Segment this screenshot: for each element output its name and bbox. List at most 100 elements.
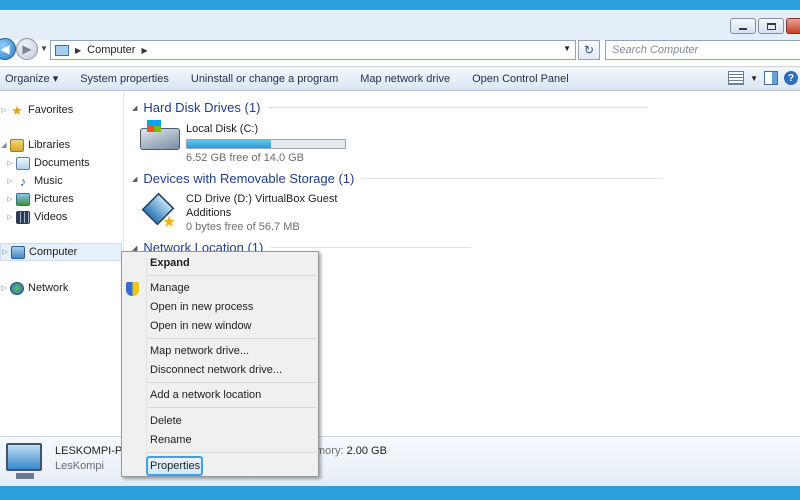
nav-label: Network [28,282,69,294]
network-icon [10,281,24,295]
nav-item-network[interactable]: ▷ Network [0,279,68,297]
uac-shield-icon [126,282,139,296]
breadcrumb-chevron-icon[interactable]: ▶ [75,46,81,55]
expand-arrow-icon[interactable]: ▷ [6,195,14,203]
preview-pane-icon[interactable] [764,71,778,85]
computer-icon [11,245,25,259]
documents-icon [16,156,30,170]
expand-arrow-icon[interactable]: ▷ [6,159,14,167]
recent-pages-dropdown[interactable]: ▼ [40,44,48,53]
menu-item-rename[interactable]: Rename [150,431,192,449]
menu-item-manage[interactable]: Manage [150,279,190,297]
system-properties-button[interactable]: System properties [69,73,180,85]
maximize-icon [766,22,776,30]
collapse-arrow-icon[interactable]: ◢ [0,141,8,149]
details-pane: LESKOMPI-PC LesKompi mory: 2.00 GB [0,436,800,486]
nav-item-favorites[interactable]: ▷ ★ Favorites [0,101,73,119]
group-divider [362,178,663,179]
refresh-button[interactable]: ↻ [578,40,600,60]
change-view-icon[interactable] [728,71,745,85]
breadcrumb-chevron-icon[interactable]: ▶ [141,46,147,55]
menu-separator [148,382,316,383]
address-bar[interactable]: ▶ Computer ▶ ▼ [50,40,576,60]
map-network-drive-button[interactable]: Map network drive [349,73,461,85]
disk-usage-fill [187,140,272,148]
nav-item-pictures[interactable]: ▷ Pictures [6,190,74,208]
organize-button[interactable]: Organize ▾ [0,72,69,85]
expand-arrow-icon[interactable]: ▷ [6,177,14,185]
drive-cd[interactable]: ★ CD Drive (D:) VirtualBox Guest Additio… [140,192,337,234]
memory-info: mory: 2.00 GB [316,445,387,457]
group-divider [268,107,649,108]
command-toolbar: Organize ▾ System properties Uninstall o… [0,66,800,91]
view-dropdown-icon[interactable]: ▼ [750,74,758,83]
group-divider [271,247,472,248]
minimize-button[interactable] [730,18,756,34]
expand-arrow-icon[interactable]: ▷ [6,213,14,221]
menu-item-disconnect-network-drive[interactable]: Disconnect network drive... [150,361,282,379]
expand-arrow-icon[interactable]: ▷ [0,106,8,114]
context-menu: Expand Manage Open in new process Open i… [121,251,319,477]
collapse-group-icon[interactable]: ◢ [132,175,137,183]
nav-label: Music [34,175,63,187]
nav-item-music[interactable]: ▷ ♪ Music [6,172,63,190]
menu-item-open-new-window[interactable]: Open in new window [150,317,252,335]
drive-free-space: 6.52 GB free of 14.0 GB [186,152,305,164]
menu-item-map-network-drive[interactable]: Map network drive... [150,342,249,360]
minimize-icon [739,27,747,30]
menu-separator [148,338,316,339]
group-title: Hard Disk Drives (1) [143,100,261,115]
menu-item-delete[interactable]: Delete [150,412,182,430]
menu-item-open-new-process[interactable]: Open in new process [150,298,253,316]
menu-item-expand[interactable]: Expand [150,254,190,272]
nav-item-documents[interactable]: ▷ Documents [6,154,90,172]
computer-icon [55,44,69,56]
search-input[interactable]: Search Computer [605,40,800,60]
autorun-star-icon: ★ [162,214,177,231]
nav-label: Documents [34,157,90,169]
help-icon[interactable]: ? [784,71,798,85]
monitor-stand [16,473,34,479]
nav-item-videos[interactable]: ▷ Videos [6,208,67,226]
drive-name: Local Disk (C:) [186,123,259,135]
navigation-bar: ◀ ▶ ▼ ▶ Computer ▶ ▼ ↻ Search Computer [0,38,800,62]
computer-name: LESKOMPI-PC [55,445,131,457]
navigation-pane: ▷ ★ Favorites ◢ Libraries ▷ Documents ▷ … [0,92,124,434]
drive-local-disk[interactable]: Local Disk (C:) 6.52 GB free of 14.0 GB [140,120,346,165]
drive-name-continued: Additions [186,207,232,219]
menu-separator [148,275,316,276]
address-dropdown-icon[interactable]: ▼ [563,44,571,53]
hard-disk-icon [140,120,180,150]
menu-item-properties[interactable]: Properties [150,457,200,475]
nav-item-libraries[interactable]: ◢ Libraries [0,136,70,154]
drive-name: CD Drive (D:) VirtualBox Guest [186,193,338,205]
caption-buttons [730,18,800,34]
window-titlebar [0,0,800,40]
group-header-removable-storage[interactable]: ◢ Devices with Removable Storage (1) [132,171,663,186]
forward-button[interactable]: ▶ [16,38,38,60]
collapse-group-icon[interactable]: ◢ [132,104,137,112]
computer-large-icon [6,443,42,471]
menu-separator [148,452,316,453]
group-header-hard-disk-drives[interactable]: ◢ Hard Disk Drives (1) [132,100,649,115]
memory-value: 2.00 GB [346,445,387,457]
forward-arrow-icon: ▶ [22,42,32,56]
breadcrumb-computer[interactable]: Computer [87,44,135,56]
back-button[interactable]: ◀ [0,38,16,60]
open-control-panel-button[interactable]: Open Control Panel [461,73,580,85]
nav-label: Pictures [34,193,74,205]
maximize-button[interactable] [758,18,784,34]
virtualbox-cd-icon: ★ [140,192,180,231]
nav-item-computer[interactable]: ▷ Computer [0,243,122,261]
drive-free-space: 0 bytes free of 56.7 MB [186,221,300,233]
window-bottom-border [0,486,800,500]
close-button[interactable] [786,18,800,34]
expand-arrow-icon[interactable]: ▷ [0,284,8,292]
menu-item-add-network-location[interactable]: Add a network location [150,386,261,404]
back-arrow-icon: ◀ [0,42,10,56]
nav-label: Libraries [28,139,71,151]
disk-usage-bar [186,139,346,149]
expand-arrow-icon[interactable]: ▷ [1,248,9,256]
uninstall-program-button[interactable]: Uninstall or change a program [180,73,349,85]
videos-icon [16,210,30,224]
